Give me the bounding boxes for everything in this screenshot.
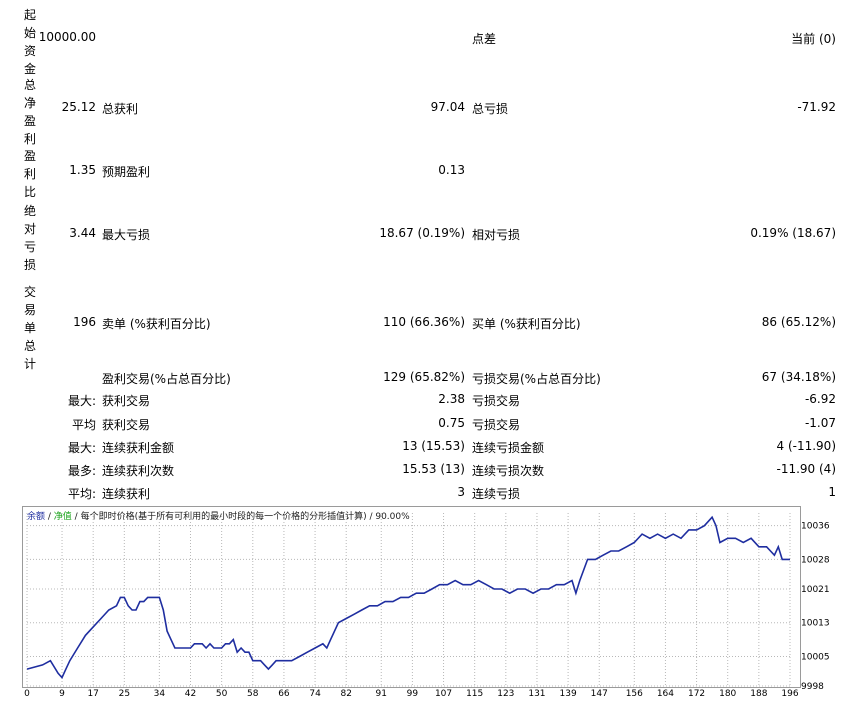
chart-y-ticks: 10036 10028 10021 10013 10005 9998 [801, 522, 830, 692]
row-value-left: 13 (15.53) [402, 439, 465, 453]
row-prefix: 最大: [67, 394, 96, 408]
relative-drawdown-label: 相对亏损 [472, 228, 521, 242]
x-tick-label: 123 [497, 689, 514, 699]
x-tick-label: 107 [435, 689, 452, 699]
x-tick-label: 91 [376, 689, 387, 699]
balance-chart-frame [22, 506, 801, 688]
gross-loss-value: -71.92 [797, 100, 836, 114]
x-tick-label: 115 [466, 689, 483, 699]
row-label-right: 亏损交易 [472, 418, 521, 432]
x-tick-label: 139 [560, 689, 577, 699]
value-total-trades: 196 [73, 315, 96, 329]
row-label-right: 连续亏损金额 [472, 441, 545, 455]
y-tick-label: 10028 [801, 555, 830, 565]
max-drawdown-value: 18.67 (0.19%) [379, 226, 465, 240]
x-tick-label: 147 [591, 689, 608, 699]
y-tick-label: 10036 [801, 522, 830, 532]
row-prefix: 最多: [67, 464, 96, 478]
row-label-left: 获利交易 [102, 418, 151, 432]
value-absolute-drawdown: 3.44 [69, 226, 96, 240]
x-tick-label: 131 [528, 689, 545, 699]
relative-drawdown-value: 0.19% (18.67) [750, 226, 836, 240]
row-label-left: 盈利交易(%占总百分比) [102, 372, 231, 386]
row-value-right: -11.90 (4) [776, 462, 837, 476]
row-label-right: 亏损交易(%占总百分比) [472, 372, 601, 386]
row-prefix: 平均 [71, 418, 96, 432]
row-value-left: 15.53 (13) [402, 462, 465, 476]
row-value-right: 4 (-11.90) [776, 439, 837, 453]
row-value-right: -1.07 [804, 416, 836, 430]
chart-header-separator: / [45, 512, 54, 522]
long-positions-label: 买单 (%获利百分比) [472, 317, 581, 331]
value-profit-factor: 1.35 [69, 163, 96, 177]
x-tick-label: 0 [24, 689, 30, 699]
x-tick-label: 196 [781, 689, 798, 699]
x-tick-label: 180 [719, 689, 736, 699]
row-prefix: 最大: [67, 441, 96, 455]
x-tick-label: 82 [340, 689, 351, 699]
x-tick-label: 99 [407, 689, 419, 699]
chart-header: 余额 / 净值 / 每个即时价格(基于所有可利用的最小时段的每一个价格的分形插值… [27, 509, 410, 522]
x-tick-label: 66 [278, 689, 290, 699]
row-label-right: 连续亏损 [472, 487, 521, 501]
expected-payoff-value: 0.13 [438, 163, 465, 177]
short-positions-value: 110 (66.36%) [383, 315, 465, 329]
x-tick-label: 164 [657, 689, 674, 699]
value-initial-deposit: 10000.00 [38, 30, 96, 44]
x-tick-label: 188 [750, 689, 767, 699]
chart-header-quality: 90.00% [375, 512, 410, 522]
x-tick-label: 17 [87, 689, 98, 699]
chart-x-ticks: 0 9 17 25 34 42 50 58 66 74 82 91 99 107 115 123 131 139 1… [24, 689, 799, 699]
row-value-left: 0.75 [438, 416, 465, 430]
y-tick-label: 10013 [801, 619, 830, 629]
long-positions-value: 86 (65.12%) [761, 315, 836, 329]
row-label-left: 连续获利金额 [102, 441, 175, 455]
value-total-net-profit: 25.12 [61, 100, 96, 114]
row-value-left: 3 [457, 485, 465, 499]
expected-payoff-label: 预期盈利 [102, 165, 151, 179]
row-value-left: 2.38 [438, 392, 465, 406]
row-value-right: 67 (34.18%) [761, 370, 836, 384]
x-tick-label: 9 [59, 689, 65, 699]
chart-header-model: 每个即时价格(基于所有可利用的最小时段的每一个价格的分形插值计算) [80, 512, 367, 522]
row-label-left: 连续获利次数 [102, 464, 175, 478]
row-value-left: 129 (65.82%) [383, 370, 465, 384]
x-tick-label: 25 [119, 689, 130, 699]
y-tick-label: 10005 [801, 652, 830, 662]
x-tick-label: 50 [216, 689, 228, 699]
x-tick-label: 156 [626, 689, 643, 699]
y-tick-label: 10021 [801, 585, 830, 595]
chart-header-balance: 余额 [27, 512, 46, 522]
max-drawdown-label: 最大亏损 [102, 228, 151, 242]
short-positions-label: 卖单 (%获利百分比) [102, 317, 211, 331]
x-tick-label: 74 [309, 689, 321, 699]
spread-label: 点差 [472, 32, 497, 46]
row-label-right: 亏损交易 [472, 394, 521, 408]
row-label-left: 获利交易 [102, 394, 151, 408]
gross-loss-label: 总亏损 [472, 102, 509, 116]
x-tick-label: 34 [154, 689, 166, 699]
row-prefix: 平均: [67, 487, 96, 501]
x-tick-label: 172 [688, 689, 705, 699]
row-value-right: 1 [828, 485, 836, 499]
row-label-right: 连续亏损次数 [472, 464, 545, 478]
x-tick-label: 42 [185, 689, 196, 699]
gross-profit-label: 总获利 [102, 102, 139, 116]
row-value-right: -6.92 [804, 392, 836, 406]
y-tick-label: 9998 [801, 682, 824, 692]
chart-header-separator: / [71, 512, 81, 522]
chart-header-equity: 净值 [53, 512, 72, 522]
row-label-left: 连续获利 [102, 487, 151, 501]
spread-value: 当前 (0) [791, 32, 836, 46]
x-tick-label: 58 [247, 689, 259, 699]
gross-profit-value: 97.04 [430, 100, 465, 114]
